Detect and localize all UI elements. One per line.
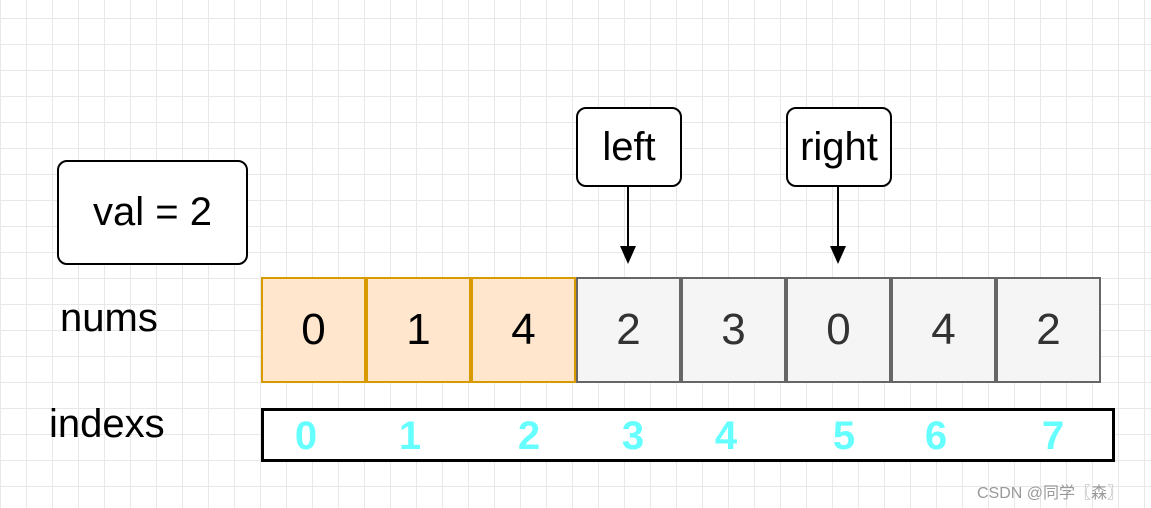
nums-cell: 4	[471, 277, 576, 383]
index-number: 3	[621, 414, 645, 458]
index-number: 7	[1041, 414, 1065, 458]
index-bar	[261, 408, 1115, 462]
left-arrow-line	[627, 187, 629, 247]
index-number: 0	[294, 414, 318, 458]
val-label: val = 2	[93, 190, 212, 234]
index-number: 5	[832, 414, 856, 458]
nums-cell: 4	[891, 277, 996, 383]
nums-cell: 2	[996, 277, 1101, 383]
val-box: val = 2	[57, 160, 248, 265]
left-pointer-box: left	[576, 107, 682, 187]
index-number: 6	[924, 414, 948, 458]
right-label: right	[800, 124, 878, 169]
nums-cell: 2	[576, 277, 681, 383]
index-number: 4	[714, 414, 738, 458]
nums-label: nums	[60, 296, 158, 340]
right-pointer-box: right	[786, 107, 892, 187]
nums-cell: 1	[366, 277, 471, 383]
nums-cell: 3	[681, 277, 786, 383]
nums-cell: 0	[261, 277, 366, 383]
indexs-label: indexs	[49, 402, 165, 446]
index-number: 1	[398, 414, 422, 458]
right-arrow-line	[837, 187, 839, 247]
nums-cell: 0	[786, 277, 891, 383]
right-arrow-head-icon	[830, 246, 846, 264]
left-arrow-head-icon	[620, 246, 636, 264]
watermark: CSDN @同学〖森〗	[977, 485, 1124, 502]
left-label: left	[602, 124, 656, 169]
index-number: 2	[517, 414, 541, 458]
